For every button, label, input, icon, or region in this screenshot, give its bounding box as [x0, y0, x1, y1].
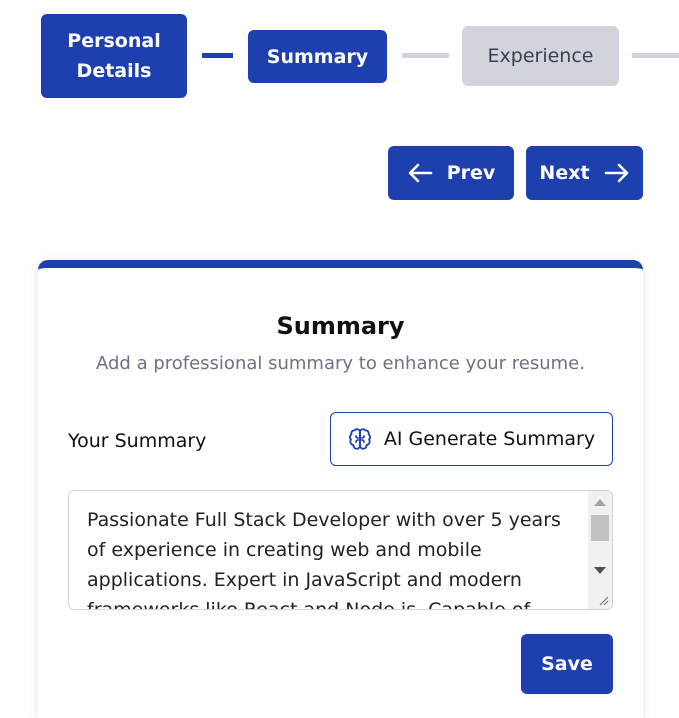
- resume-builder-page: Personal Details Summary Experience Prev…: [0, 0, 679, 718]
- step-connector-2: [402, 53, 449, 58]
- step-connector-3: [632, 53, 679, 58]
- scroll-up-arrow-icon[interactable]: [594, 499, 606, 506]
- ai-generate-summary-button[interactable]: AI Generate Summary: [330, 412, 613, 466]
- resize-grip-icon[interactable]: [597, 594, 609, 606]
- step-experience-label: Experience: [487, 45, 594, 67]
- next-label: Next: [539, 162, 590, 184]
- step-summary-label: Summary: [266, 45, 369, 68]
- scroll-thumb[interactable]: [591, 515, 609, 541]
- summary-text: Passionate Full Stack Developer with ove…: [87, 509, 561, 610]
- card-subtitle: Add a professional summary to enhance yo…: [96, 353, 585, 374]
- prev-button[interactable]: Prev: [388, 146, 514, 200]
- step-summary[interactable]: Summary: [248, 30, 387, 83]
- arrow-left-icon: [408, 163, 433, 183]
- arrow-right-icon: [604, 163, 628, 183]
- textarea-scrollbar[interactable]: [588, 491, 612, 609]
- prev-label: Prev: [446, 162, 496, 184]
- save-label: Save: [541, 653, 593, 675]
- step-connector-1: [202, 53, 233, 58]
- step-experience[interactable]: Experience: [462, 26, 619, 86]
- ai-generate-summary-label: AI Generate Summary: [383, 428, 596, 450]
- card-title: Summary: [276, 312, 405, 340]
- summary-textarea[interactable]: Passionate Full Stack Developer with ove…: [68, 490, 613, 610]
- next-button[interactable]: Next: [526, 146, 643, 200]
- summary-card: Summary Add a professional summary to en…: [38, 260, 643, 718]
- scroll-down-arrow-icon[interactable]: [594, 567, 606, 574]
- save-button[interactable]: Save: [521, 634, 613, 694]
- step-personal-details-line1: Personal: [67, 30, 161, 52]
- brain-icon: [348, 428, 371, 450]
- step-personal-details[interactable]: Personal Details: [41, 14, 187, 98]
- step-personal-details-line2: Details: [76, 60, 152, 82]
- summary-field-label: Your Summary: [68, 430, 207, 452]
